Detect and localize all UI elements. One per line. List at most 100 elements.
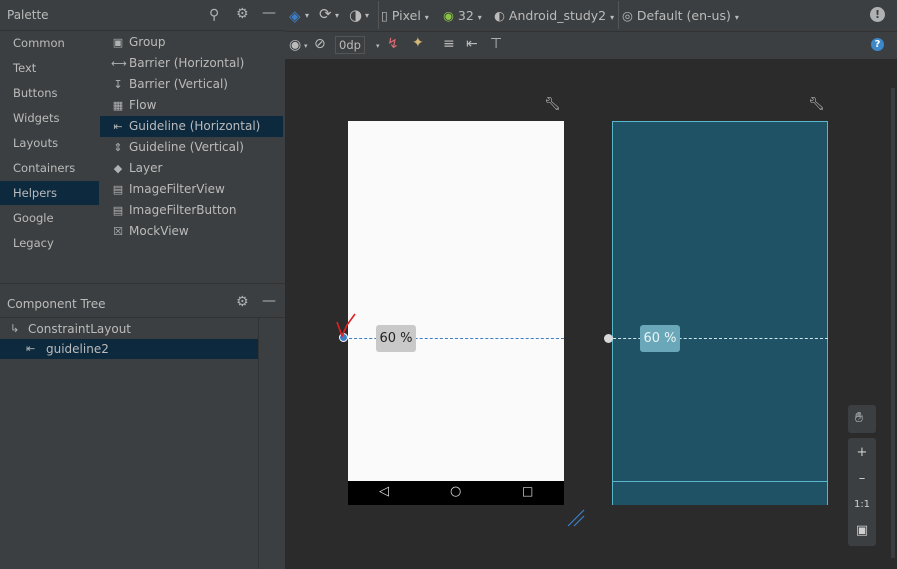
toolbar-separator	[378, 1, 379, 29]
minimize-icon[interactable]: —	[262, 294, 276, 308]
category-label: Legacy	[13, 236, 54, 250]
zoom-in-button[interactable]: +	[848, 440, 876, 466]
chevron-down-icon: ▾	[477, 13, 482, 22]
warning-icon[interactable]: !	[870, 7, 885, 22]
palette-item-imagefilterbutton[interactable]: ▤ ImageFilterButton	[100, 200, 283, 221]
palette-item-guideline-vertical[interactable]: ⇕ Guideline (Vertical)	[100, 137, 283, 158]
chevron-down-icon: ▾	[335, 11, 340, 20]
tree-scroll-divider	[258, 318, 259, 569]
image-icon: ▤	[112, 204, 124, 217]
item-label: Guideline (Vertical)	[129, 140, 244, 154]
api-level-label: 32	[457, 8, 474, 23]
home-icon: ○	[450, 484, 462, 499]
guideline-horizontal-icon: ⇤	[113, 120, 123, 133]
zoom-controls: + – 1:1 ▣	[848, 438, 876, 546]
minimize-icon[interactable]: —	[262, 6, 276, 20]
palette-item-imagefilterview[interactable]: ▤ ImageFilterView	[100, 179, 283, 200]
clear-constraints-icon[interactable]: ↯	[387, 36, 399, 52]
category-layouts[interactable]: Layouts	[0, 131, 99, 155]
blueprint-percent-badge[interactable]: 60 %	[640, 325, 680, 352]
device-selector[interactable]: ▯ Pixel ▾	[381, 8, 429, 23]
item-label: Guideline (Horizontal)	[129, 119, 261, 133]
resize-handle-icon[interactable]	[566, 508, 586, 528]
guideline-horizontal-icon: ⇤	[26, 342, 36, 355]
category-text[interactable]: Text	[0, 56, 99, 80]
component-tree-title: Component Tree	[7, 297, 106, 311]
palette-item-group[interactable]: ▣ Group	[100, 32, 283, 53]
category-label: Layouts	[13, 136, 59, 150]
category-legacy[interactable]: Legacy	[0, 231, 99, 255]
gear-icon[interactable]: ⚙	[236, 295, 249, 309]
globe-icon: ◎	[622, 8, 633, 23]
zoom-fit-button[interactable]: ▣	[848, 518, 876, 544]
category-widgets[interactable]: Widgets	[0, 106, 99, 130]
phone-icon: ▯	[381, 8, 388, 23]
blueprint-navigation-bar	[613, 481, 827, 505]
default-margin-field[interactable]: 0dp	[335, 36, 365, 54]
barrier-horizontal-icon: ⟷	[111, 57, 127, 70]
plus-icon: +	[856, 445, 868, 460]
constraint-layout-icon: ↳	[10, 322, 20, 335]
night-mode-icon[interactable]: ◑	[349, 6, 362, 24]
chevron-down-icon: ▾	[365, 11, 370, 20]
theme-selector[interactable]: ◐ Android_study2 ▾	[494, 8, 614, 23]
palette-item-barrier-vertical[interactable]: ↧ Barrier (Vertical)	[100, 74, 283, 95]
wrench-icon[interactable]: 🔧︎	[544, 97, 561, 112]
orientation-icon[interactable]: ⟳	[319, 5, 332, 23]
hand-icon: ✋︎	[855, 410, 863, 426]
recents-icon: □	[522, 484, 534, 498]
category-label: Widgets	[13, 111, 60, 125]
category-containers[interactable]: Containers	[0, 156, 99, 180]
toolbar-separator	[618, 1, 619, 29]
locale-selector[interactable]: ◎ Default (en-us) ▾	[622, 8, 739, 23]
layer-icon: ◆	[113, 162, 123, 175]
category-google[interactable]: Google	[0, 206, 99, 230]
palette-item-flow[interactable]: ▦ Flow	[100, 95, 283, 116]
autoconnect-off-icon[interactable]: ⊘	[314, 36, 326, 52]
align-icon[interactable]: ⇤	[466, 36, 478, 52]
mockview-icon: ☒	[113, 225, 123, 238]
blueprint-guideline-handle[interactable]	[604, 334, 613, 343]
design-surface-icon[interactable]: ◈	[289, 7, 301, 25]
palette-item-guideline-horizontal[interactable]: ⇤ Guideline (Horizontal)	[100, 116, 283, 137]
category-buttons[interactable]: Buttons	[0, 81, 99, 105]
zoom-reset-button[interactable]: 1:1	[848, 492, 876, 518]
search-icon[interactable]: ⚲	[209, 8, 219, 22]
api-level-selector[interactable]: ◉ 32 ▾	[443, 8, 482, 23]
view-options-icon[interactable]: ◉	[289, 37, 301, 53]
design-toolbar: ◈ ▾ ⟳ ▾ ◑ ▾ ▯ Pixel ▾ ◉ 32 ▾ ◐ Android_s…	[285, 0, 897, 32]
design-preview[interactable]	[348, 121, 564, 505]
guidelines-icon[interactable]: ⊤	[490, 36, 502, 52]
flow-icon: ▦	[112, 99, 124, 112]
palette-item-layer[interactable]: ◆ Layer	[100, 158, 283, 179]
item-label: Group	[129, 35, 166, 49]
tree-row-guideline2[interactable]: ⇤ guideline2	[0, 339, 258, 359]
tree-row-constraintlayout[interactable]: ↳ ConstraintLayout	[0, 319, 258, 339]
android-icon: ◉	[443, 8, 454, 23]
zoom-out-button[interactable]: –	[848, 466, 876, 492]
infer-constraints-icon[interactable]: ✦	[412, 35, 424, 51]
wrench-icon[interactable]: 🔧︎	[808, 97, 825, 112]
gear-icon[interactable]: ⚙	[236, 7, 249, 21]
pack-icon[interactable]: ≡	[443, 36, 455, 52]
palette-item-barrier-horizontal[interactable]: ⟷ Barrier (Horizontal)	[100, 53, 283, 74]
blueprint-preview[interactable]	[612, 121, 828, 505]
tree-row-label: guideline2	[46, 342, 109, 356]
help-icon[interactable]: ?	[871, 38, 884, 51]
palette-header: Palette ⚲ ⚙ —	[0, 0, 285, 31]
category-common[interactable]: Common	[0, 31, 99, 55]
category-helpers[interactable]: Helpers	[0, 181, 99, 205]
palette-item-mockview[interactable]: ☒ MockView	[100, 221, 283, 242]
guideline-percent-badge[interactable]: 60 %	[376, 325, 416, 352]
canvas-scrollbar[interactable]	[891, 88, 895, 558]
group-icon: ▣	[112, 36, 124, 49]
category-label: Google	[13, 211, 54, 225]
chevron-down-icon: ▾	[305, 11, 310, 20]
default-margin-value: 0dp	[339, 38, 361, 52]
checkmark-stroke	[336, 313, 356, 339]
chevron-down-icon: ▾	[376, 42, 380, 50]
constraint-toolbar: ◉ ▾ ⊘ 0dp ▾ ↯ ✦ ≡ ⇤ ⊤ ?	[285, 32, 897, 59]
chevron-down-icon: ▾	[610, 13, 615, 22]
pan-button[interactable]: ✋︎	[848, 405, 876, 433]
barrier-vertical-icon: ↧	[113, 78, 123, 91]
